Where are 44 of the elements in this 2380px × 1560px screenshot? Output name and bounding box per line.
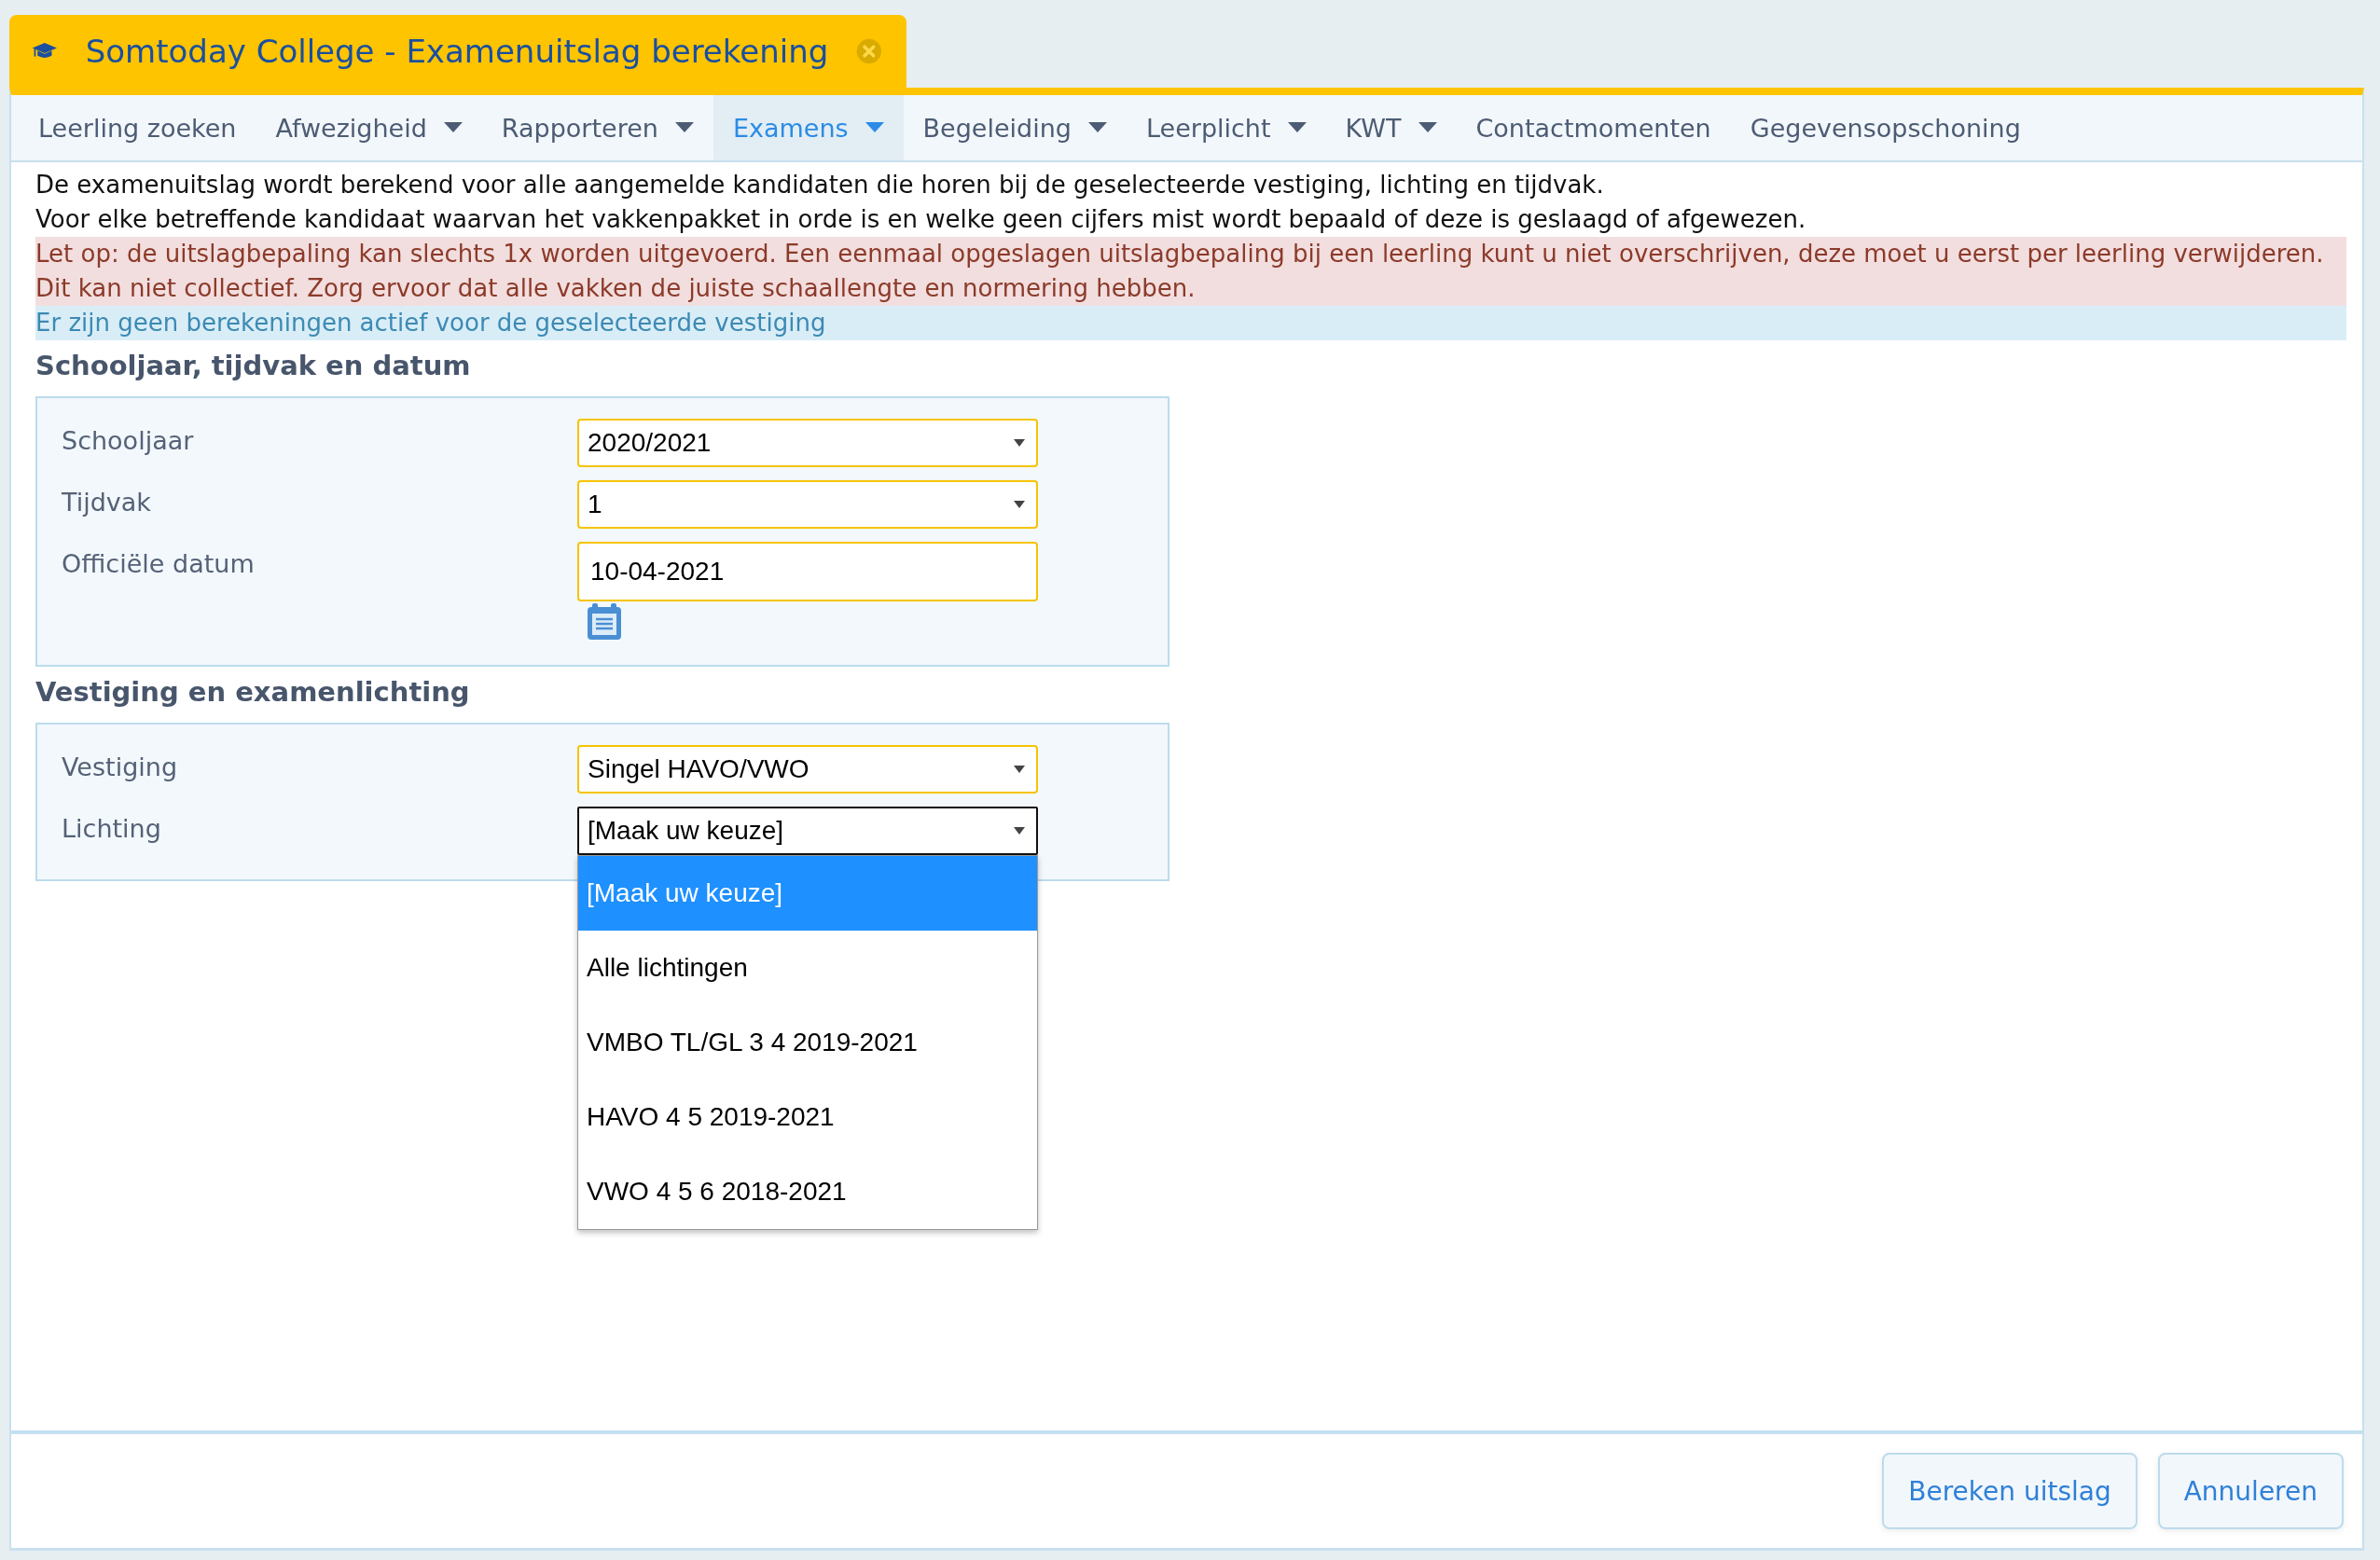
- field-label: Vestiging: [62, 752, 179, 783]
- warning-message: Let op: de uitslagbepaling kan slechts 1x worden uitgevoerd. Een eenmaal opgeslagen uitslagbepaling bij een leerling kunt u niet overschrijven, deze moet u eerst per leerling verwijderen. Dit kan niet collectief. Zorg ervoor dat alle vakken de juiste schaallengte en normering hebben.: [35, 237, 2346, 306]
- action-button[interactable]: Annuleren: [2157, 1453, 2344, 1529]
- message-text: Voor elke betreffende kandidaat waarvan het vakkenpakket in orde is en welke geen cijfers mist wordt bepaald of deze is geslaagd of afgewezen.: [35, 204, 1807, 235]
- dropdown-option[interactable]: VMBO TL/GL 3 4 2019-2021: [578, 1005, 1037, 1080]
- window-tab[interactable]: Somtoday College - Examenuitslag berekening: [9, 15, 906, 88]
- field-label: Schooljaar: [62, 425, 195, 457]
- info-message: Er zijn geen berekeningen actief voor de geselecteerde vestiging: [35, 306, 2346, 340]
- dropdown-option[interactable]: Alle lichtingen: [578, 931, 1037, 1005]
- date-field[interactable]: 10-04-2021: [577, 542, 1038, 601]
- menu-item[interactable]: Leerplicht: [1127, 95, 1326, 160]
- caret-icon: [1088, 122, 1107, 133]
- select-field[interactable]: 2020/2021: [577, 419, 1038, 467]
- menu-item[interactable]: Afwezigheid: [256, 95, 482, 160]
- select-field[interactable]: 1: [577, 480, 1038, 529]
- field-label: Lichting: [62, 813, 162, 845]
- section-heading: Vestiging en examenlichting: [35, 676, 471, 708]
- action-button[interactable]: Bereken uitslag: [1882, 1453, 2138, 1529]
- caret-icon: [1287, 122, 1307, 133]
- calendar-icon[interactable]: [587, 603, 622, 641]
- select-field[interactable]: [Maak uw keuze]: [577, 807, 1038, 855]
- menu-item[interactable]: Contactmomenten: [1456, 95, 1731, 160]
- caret-icon: [1014, 501, 1025, 508]
- menu-item[interactable]: Rapporteren: [481, 95, 713, 160]
- caret-icon: [1014, 827, 1025, 835]
- select-field[interactable]: Singel HAVO/VWO: [577, 745, 1038, 794]
- caret-icon: [1014, 439, 1025, 447]
- menu-item[interactable]: Gegevensopschoning: [1730, 95, 2041, 160]
- caret-icon: [443, 122, 463, 133]
- caret-icon: [865, 122, 884, 133]
- dropdown-option[interactable]: VWO 4 5 6 2018-2021: [578, 1154, 1037, 1229]
- field-label: Tijdvak: [62, 487, 152, 518]
- caret-icon: [674, 122, 694, 133]
- menu-item[interactable]: Leerling zoeken: [19, 95, 256, 160]
- menu-item[interactable]: KWT: [1325, 95, 1457, 160]
- dropdown-option[interactable]: HAVO 4 5 2019-2021: [578, 1080, 1037, 1154]
- field-label: Officiële datum: [62, 548, 256, 580]
- message-text: De examenuitslag wordt berekend voor alle aangemelde kandidaten die horen bij de geselecteerde vestiging, lichting en tijdvak.: [35, 170, 1605, 200]
- window-title: Somtoday College - Examenuitslag berekening: [85, 33, 829, 70]
- caret-icon: [1418, 122, 1437, 133]
- caret-icon: [1014, 766, 1025, 773]
- menu-item[interactable]: Begeleiding: [903, 95, 1127, 160]
- dropdown-option[interactable]: [Maak uw keuze]: [578, 856, 1037, 931]
- section-heading: Schooljaar, tijdvak en datum: [35, 350, 472, 381]
